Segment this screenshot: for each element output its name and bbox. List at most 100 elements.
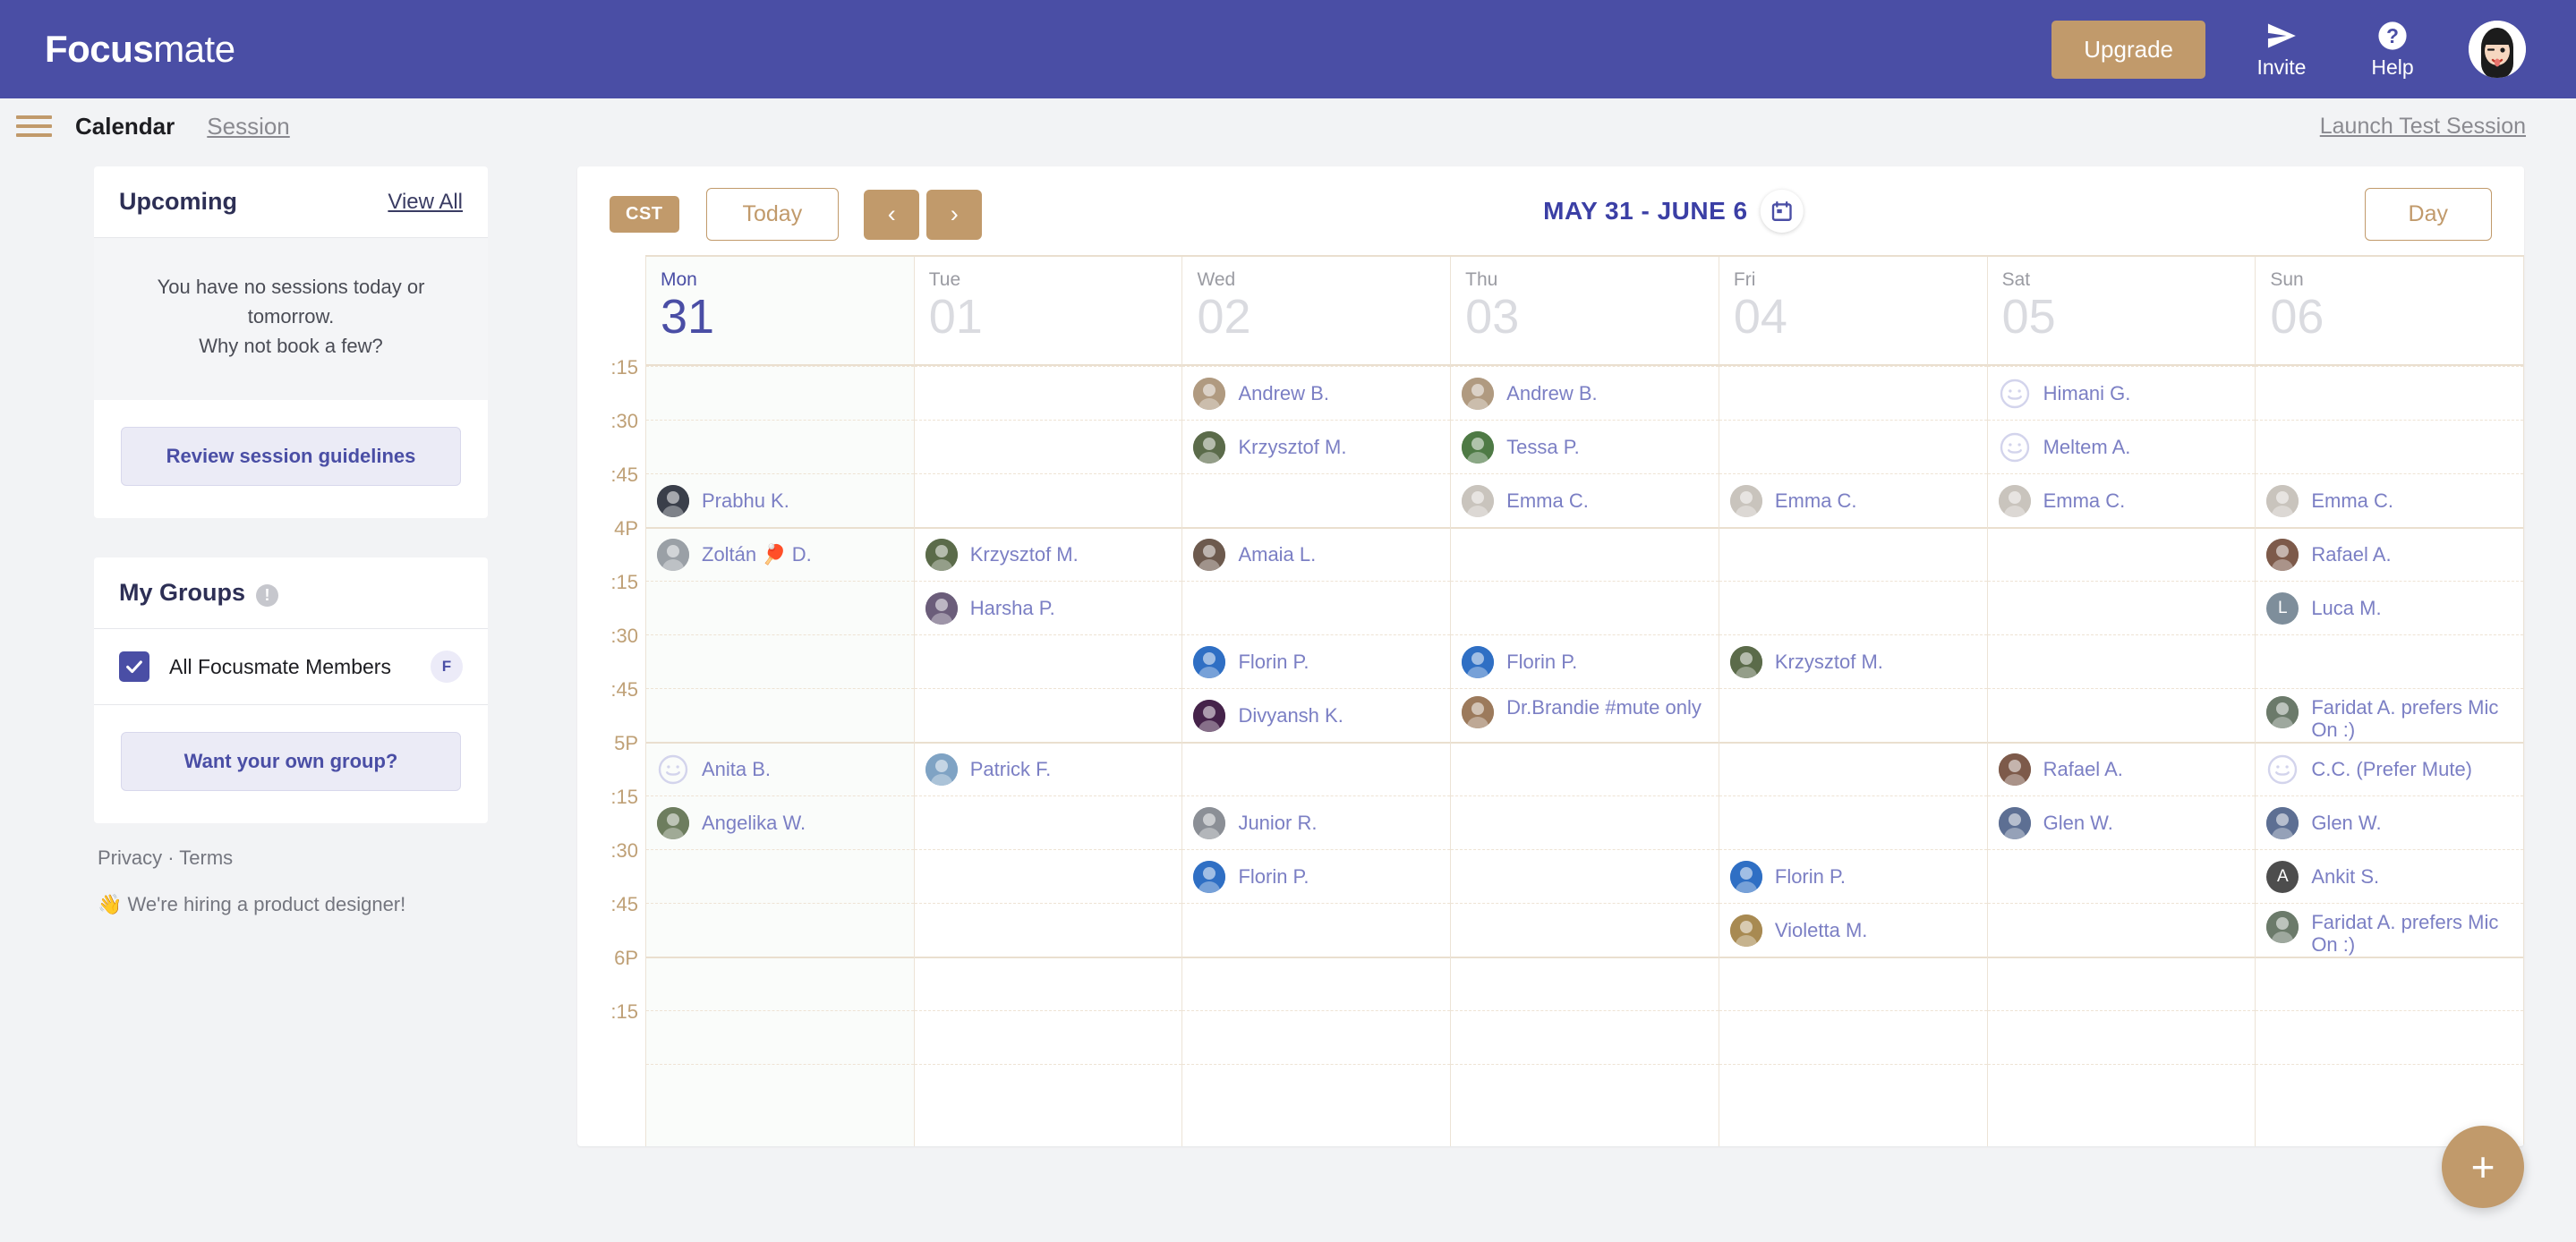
quarter-gridline bbox=[914, 903, 1182, 904]
privacy-link[interactable]: Privacy bbox=[98, 846, 162, 869]
session-entry[interactable]: A Ankit S. bbox=[2256, 850, 2523, 904]
today-button[interactable]: Today bbox=[705, 188, 840, 241]
session-entry[interactable]: Meltem A. bbox=[1988, 421, 2256, 474]
session-partner-name: Violetta M. bbox=[1774, 919, 1868, 942]
launch-test-session-link[interactable]: Launch Test Session bbox=[2320, 114, 2526, 139]
partner-avatar bbox=[1729, 914, 1762, 947]
session-entry[interactable]: Krzysztof M. bbox=[915, 528, 1182, 582]
quarter-gridline bbox=[2256, 366, 2524, 367]
info-icon[interactable]: ! bbox=[256, 584, 279, 607]
hiring-notice[interactable]: 👋 We're hiring a product designer! bbox=[98, 893, 484, 916]
partner-avatar bbox=[1193, 431, 1226, 464]
session-entry[interactable]: Harsha P. bbox=[915, 582, 1182, 635]
partner-avatar bbox=[1193, 807, 1226, 839]
calendar-icon[interactable] bbox=[1760, 189, 1804, 233]
review-session-guidelines-button[interactable]: Review session guidelines bbox=[121, 427, 461, 486]
upgrade-button[interactable]: Upgrade bbox=[2051, 20, 2205, 79]
day-number: 04 bbox=[1733, 290, 1787, 344]
tab-calendar[interactable]: Calendar bbox=[75, 113, 175, 140]
group-checkbox[interactable] bbox=[119, 651, 149, 682]
chevron-left-icon[interactable]: ‹ bbox=[864, 189, 920, 240]
invite-nav-item[interactable]: Invite bbox=[2247, 20, 2316, 80]
session-entry[interactable]: Glen W. bbox=[1988, 796, 2256, 850]
quarter-gridline bbox=[1987, 634, 2256, 635]
session-entry[interactable]: Faridat A. prefers Mic On :) bbox=[2256, 689, 2523, 743]
session-entry[interactable]: Himani G. bbox=[1988, 367, 2256, 421]
quarter-gridline bbox=[646, 688, 914, 689]
session-entry[interactable]: Emma C. bbox=[1988, 474, 2256, 528]
session-entry[interactable]: Patrick F. bbox=[915, 743, 1182, 796]
session-entry[interactable]: Krzysztof M. bbox=[1182, 421, 1450, 474]
day-column-mon[interactable]: Mon 31 Prabhu K. Zoltán 🏓 D. Anita B. Angelik… bbox=[645, 257, 914, 1146]
avatar[interactable] bbox=[2469, 21, 2526, 78]
group-row-all-focusmate-members[interactable]: All Focusmate Members F bbox=[94, 629, 488, 705]
quarter-gridline bbox=[1987, 1064, 2256, 1065]
day-header: Thu 03 bbox=[1451, 257, 1719, 366]
session-entry[interactable]: Andrew B. bbox=[1451, 367, 1719, 421]
session-entry[interactable]: Prabhu K. bbox=[646, 474, 914, 528]
session-entry[interactable]: Emma C. bbox=[1451, 474, 1719, 528]
session-entry[interactable]: Andrew B. bbox=[1182, 367, 1450, 421]
focusmate-logo[interactable]: Focusmate bbox=[45, 28, 235, 71]
session-entry[interactable]: Emma C. bbox=[1719, 474, 1987, 528]
session-entry[interactable]: Rafael A. bbox=[1988, 743, 2256, 796]
my-groups-header: My Groups! bbox=[94, 557, 488, 629]
quarter-gridline bbox=[1987, 581, 2256, 582]
session-entry[interactable]: C.C. (Prefer Mute) bbox=[2256, 743, 2523, 796]
session-entry[interactable]: Junior R. bbox=[1182, 796, 1450, 850]
day-column-sun[interactable]: Sun 06 Emma C. Rafael A. L Luca M. Faridat A. … bbox=[2255, 257, 2524, 1146]
session-entry[interactable]: Krzysztof M. bbox=[1719, 635, 1987, 689]
chevron-right-icon[interactable]: › bbox=[926, 189, 983, 240]
session-entry[interactable]: Violetta M. bbox=[1719, 904, 1987, 957]
day-columns: Mon 31 Prabhu K. Zoltán 🏓 D. Anita B. Angelik… bbox=[645, 255, 2524, 1146]
day-header: Mon 31 bbox=[646, 257, 914, 366]
day-of-week: Sun bbox=[2270, 269, 2304, 290]
day-column-thu[interactable]: Thu 03 Andrew B. Tessa P. Emma C. Florin P. Dr… bbox=[1450, 257, 1719, 1146]
session-partner-name: Meltem A. bbox=[2043, 436, 2131, 459]
session-partner-name: Tessa P. bbox=[1506, 436, 1580, 459]
session-entry[interactable]: Florin P. bbox=[1719, 850, 1987, 904]
session-entry[interactable]: Florin P. bbox=[1182, 850, 1450, 904]
logo-bold-part: Focus bbox=[45, 28, 154, 70]
session-entry[interactable]: L Luca M. bbox=[2256, 582, 2523, 635]
time-label: :15 bbox=[610, 1000, 638, 1023]
time-label: 6P bbox=[614, 947, 638, 969]
quarter-gridline bbox=[1987, 903, 2256, 904]
day-number: 31 bbox=[661, 290, 715, 344]
quarter-gridline bbox=[1451, 795, 1719, 796]
session-entry[interactable]: Emma C. bbox=[2256, 474, 2523, 528]
session-entry[interactable]: Dr.Brandie #mute only bbox=[1451, 689, 1719, 743]
view-all-link[interactable]: View All bbox=[388, 190, 463, 215]
help-nav-item[interactable]: ? Help bbox=[2358, 20, 2427, 80]
partner-avatar bbox=[1193, 700, 1226, 732]
session-partner-name: Zoltán 🏓 D. bbox=[702, 543, 812, 566]
hamburger-menu-icon[interactable] bbox=[16, 115, 52, 137]
session-entry[interactable]: Tessa P. bbox=[1451, 421, 1719, 474]
terms-link[interactable]: Terms bbox=[179, 846, 233, 869]
session-entry[interactable]: Zoltán 🏓 D. bbox=[646, 528, 914, 582]
day-header: Sun 06 bbox=[2256, 257, 2524, 366]
paper-plane-icon bbox=[2265, 20, 2299, 52]
day-column-fri[interactable]: Fri 04 Emma C. Krzysztof M. Florin P. Violett… bbox=[1718, 257, 1987, 1146]
tab-session[interactable]: Session bbox=[207, 113, 290, 140]
day-column-wed[interactable]: Wed 02 Andrew B. Krzysztof M. Amaia L. Florin… bbox=[1181, 257, 1451, 1146]
session-entry[interactable]: Florin P. bbox=[1451, 635, 1719, 689]
day-slots: Himani G. Meltem A. Emma C. Rafael A. Glen W… bbox=[1987, 366, 2256, 1146]
quarter-gridline bbox=[1719, 366, 1987, 367]
session-entry[interactable]: Rafael A. bbox=[2256, 528, 2523, 582]
day-column-tue[interactable]: Tue 01 Krzysztof M. Harsha P. Patrick F. bbox=[913, 257, 1182, 1146]
day-view-button[interactable]: Day bbox=[2364, 188, 2492, 241]
session-entry[interactable]: Glen W. bbox=[2256, 796, 2523, 850]
timezone-badge[interactable]: CST bbox=[610, 196, 679, 233]
session-entry[interactable]: Faridat A. prefers Mic On :) bbox=[2256, 904, 2523, 957]
session-entry[interactable]: Divyansh K. bbox=[1182, 689, 1450, 743]
session-entry[interactable]: Florin P. bbox=[1182, 635, 1450, 689]
session-entry[interactable]: Amaia L. bbox=[1182, 528, 1450, 582]
want-your-own-group-button[interactable]: Want your own group? bbox=[121, 732, 461, 791]
quarter-gridline bbox=[1451, 581, 1719, 582]
session-entry[interactable]: Angelika W. bbox=[646, 796, 914, 850]
session-entry[interactable]: Anita B. bbox=[646, 743, 914, 796]
add-session-fab[interactable]: + bbox=[2442, 1126, 2524, 1208]
session-partner-name: Junior R. bbox=[1238, 812, 1318, 835]
day-column-sat[interactable]: Sat 05 Himani G. Meltem A. Emma C. Rafael A. G… bbox=[1986, 257, 2256, 1146]
